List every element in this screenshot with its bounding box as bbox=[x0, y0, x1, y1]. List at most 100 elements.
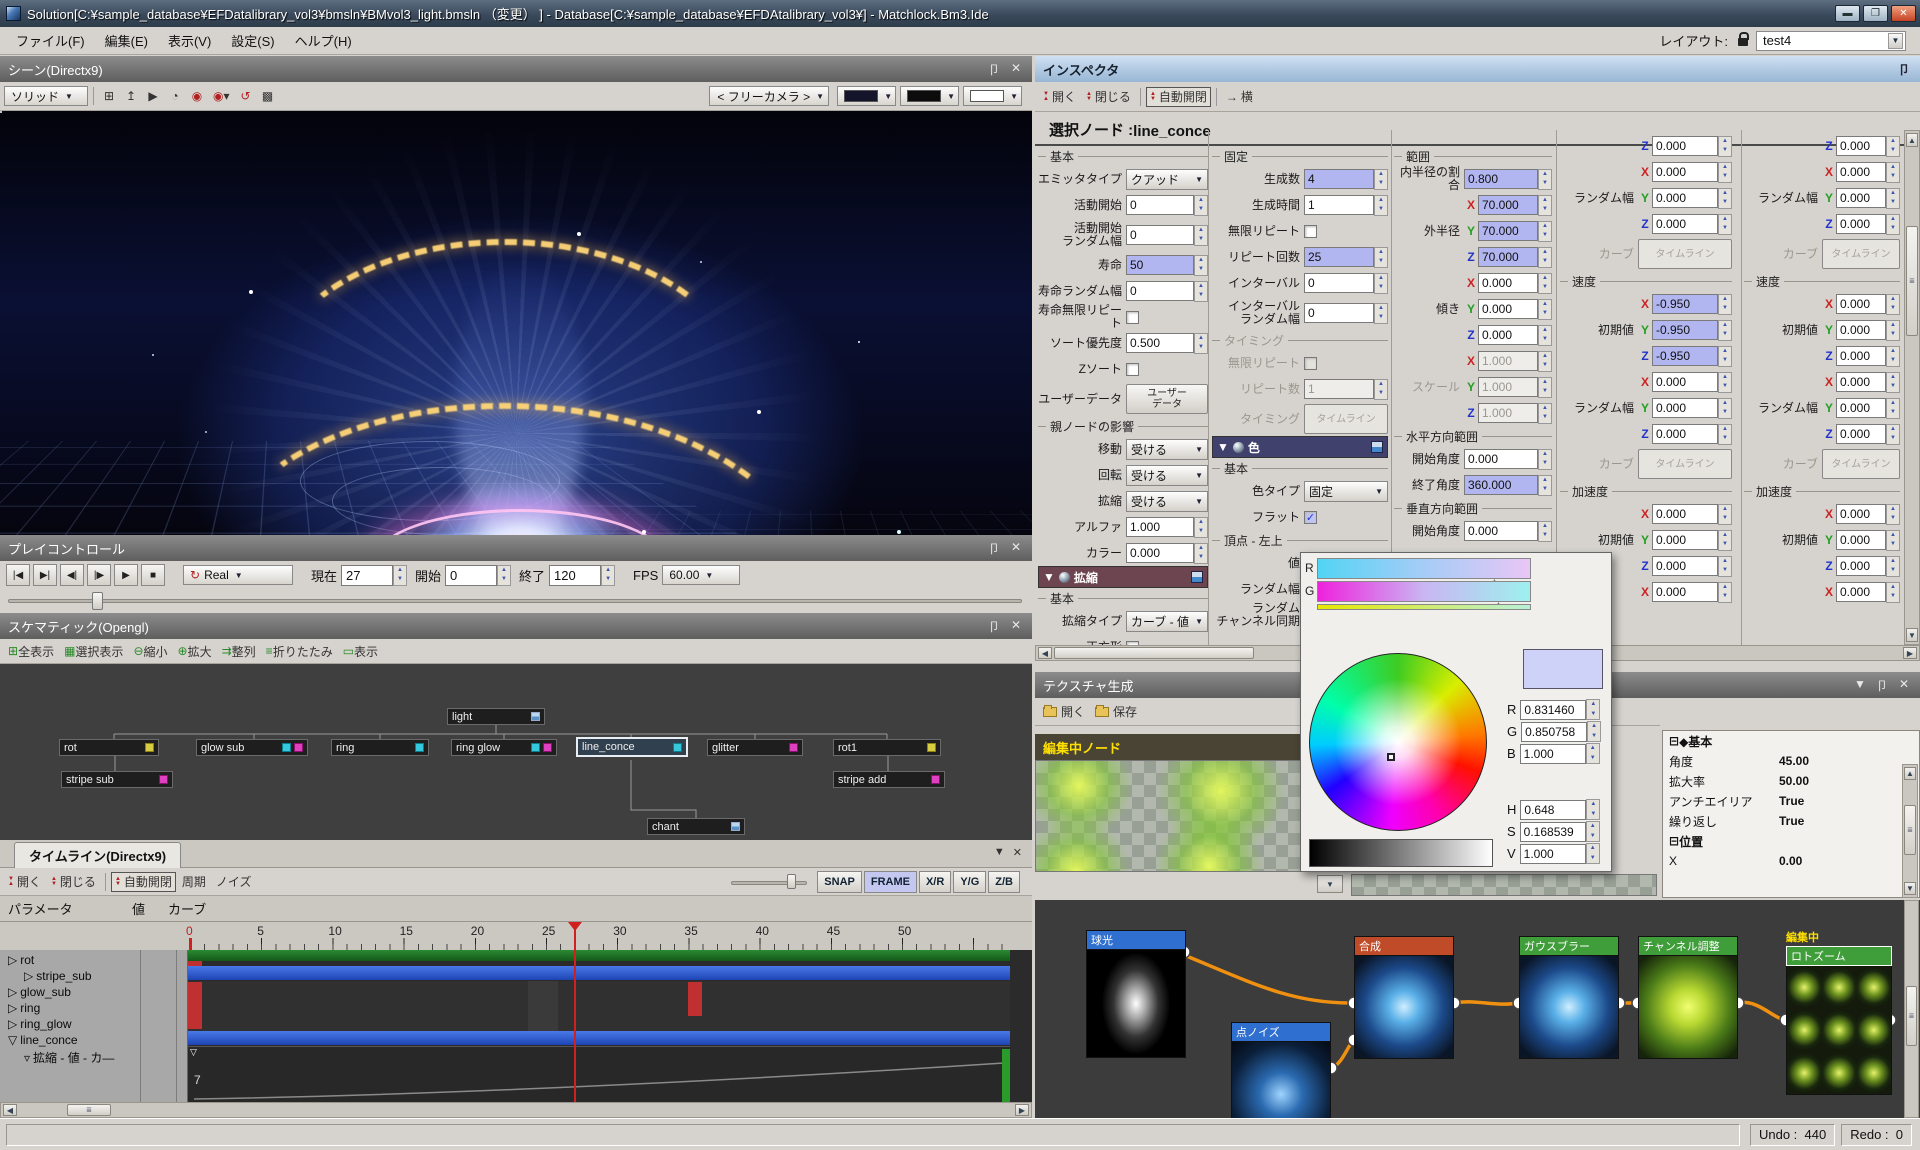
spin-up[interactable]: ▲ bbox=[1195, 256, 1207, 266]
param-input[interactable]: 0.000 bbox=[1652, 214, 1718, 234]
param-input[interactable]: 0 bbox=[1126, 195, 1194, 215]
param-input[interactable]: 0 bbox=[1304, 273, 1374, 293]
playhead[interactable] bbox=[574, 924, 576, 1102]
param-input[interactable]: 25 bbox=[1304, 247, 1374, 267]
param-select[interactable]: クアッド▼ bbox=[1126, 169, 1208, 190]
spinner[interactable]: ▲▼ bbox=[601, 565, 615, 586]
pin-icon[interactable]: 卩 bbox=[986, 618, 1002, 635]
spinner[interactable]: ▲▼ bbox=[1538, 449, 1552, 470]
spinner[interactable]: ▲▼ bbox=[1538, 221, 1552, 242]
spin-up[interactable]: ▲ bbox=[1539, 170, 1551, 180]
param-input[interactable]: 1.000 bbox=[1478, 377, 1538, 397]
graph-node-ガウスブラー[interactable]: ガウスブラー bbox=[1519, 936, 1619, 1059]
spin-up[interactable]: ▲ bbox=[1375, 304, 1387, 314]
param-input[interactable]: 0.000 bbox=[1836, 556, 1886, 576]
keyframe-block[interactable] bbox=[688, 982, 702, 1016]
chevron-down-icon[interactable]: ▼ bbox=[1195, 445, 1203, 454]
spinner[interactable]: ▲▼ bbox=[1538, 273, 1552, 294]
spinner[interactable]: ▲▼ bbox=[1718, 346, 1732, 367]
spin-up[interactable]: ▲ bbox=[1539, 450, 1551, 460]
spin-down[interactable]: ▼ bbox=[1539, 361, 1551, 371]
frame-field-input[interactable]: 27 bbox=[341, 565, 393, 586]
spin-up[interactable]: ▲ bbox=[1539, 522, 1551, 532]
spin-up[interactable]: ▲ bbox=[1195, 226, 1207, 236]
spin-up[interactable]: ▲ bbox=[394, 566, 406, 576]
param-checkbox[interactable] bbox=[1304, 225, 1317, 238]
spin-down[interactable]: ▼ bbox=[1539, 283, 1551, 293]
inspector-open-button[interactable]: ▼▲開く bbox=[1039, 87, 1080, 107]
scroll-up-icon[interactable]: ▲ bbox=[1904, 767, 1916, 780]
section-header-拡縮[interactable]: ▼拡縮 bbox=[1038, 566, 1208, 588]
ground-plane-icon[interactable]: ↥ bbox=[121, 86, 141, 106]
spin-down[interactable]: ▼ bbox=[1195, 553, 1207, 563]
param-input[interactable]: 70.000 bbox=[1478, 195, 1538, 215]
inspector-close-button[interactable]: ▲▼閉じる bbox=[1082, 87, 1135, 107]
tree-arrow-icon[interactable]: ▿ bbox=[24, 1051, 30, 1065]
param-input[interactable]: 70.000 bbox=[1478, 247, 1538, 267]
spin-up[interactable]: ▲ bbox=[1539, 326, 1551, 336]
spin-down[interactable]: ▼ bbox=[1887, 592, 1899, 602]
spin-down[interactable]: ▼ bbox=[1375, 389, 1387, 399]
scroll-thumb[interactable] bbox=[1054, 647, 1254, 659]
field-input[interactable]: 0.850758 bbox=[1521, 722, 1587, 742]
tree-item-stripe_sub[interactable]: ▷stripe_sub bbox=[24, 969, 92, 983]
step-first-button[interactable]: |◀ bbox=[6, 564, 30, 586]
chevron-down-icon[interactable]: ▼ bbox=[1888, 33, 1903, 49]
expand-down-icon[interactable]: ▼ bbox=[1317, 875, 1343, 893]
spin-down[interactable]: ▼ bbox=[1719, 356, 1731, 366]
spin-down[interactable]: ▼ bbox=[1887, 356, 1899, 366]
chevron-down-icon[interactable]: ▼ bbox=[1195, 471, 1203, 480]
spin-up[interactable]: ▲ bbox=[1887, 189, 1899, 199]
spin-up[interactable]: ▲ bbox=[1719, 399, 1731, 409]
param-input[interactable]: 0.000 bbox=[1652, 530, 1718, 550]
field-input[interactable]: 1.000 bbox=[1520, 844, 1586, 864]
timeline-hscrollbar[interactable]: ◀ ≣ ▶ bbox=[0, 1102, 1032, 1118]
timeline-noise-button[interactable]: ノイズ bbox=[212, 872, 256, 892]
param-select[interactable]: 受ける▼ bbox=[1126, 439, 1208, 460]
param-input[interactable]: 1.000 bbox=[1126, 517, 1194, 537]
shading-mode-select[interactable]: ソリッド▼ bbox=[4, 86, 88, 106]
spinner[interactable]: ▲▼ bbox=[1374, 303, 1388, 324]
spin-up[interactable]: ▲ bbox=[1887, 321, 1899, 331]
param-input[interactable]: 0.000 bbox=[1652, 136, 1718, 156]
chevron-down-icon[interactable]: ▼ bbox=[884, 92, 892, 101]
menu-item[interactable]: 表示(V) bbox=[158, 27, 221, 54]
param-input[interactable]: -0.950 bbox=[1652, 294, 1718, 314]
column-curve[interactable]: カーブ bbox=[168, 899, 206, 918]
spinner[interactable]: ▲▼ bbox=[1586, 843, 1600, 864]
spin-up[interactable]: ▲ bbox=[498, 566, 510, 576]
tree-arrow-icon[interactable]: ▷ bbox=[8, 985, 17, 999]
collapse-icon[interactable]: ▼ bbox=[1043, 570, 1055, 584]
frame-field-input[interactable]: 120 bbox=[549, 565, 601, 586]
spin-down[interactable]: ▼ bbox=[1887, 330, 1899, 340]
timeline-button-X-R[interactable]: X/R bbox=[919, 871, 951, 893]
inspector-horizontal-button[interactable]: →横 bbox=[1222, 87, 1257, 107]
chevron-down-icon[interactable]: ▼ bbox=[1195, 497, 1203, 506]
spinner[interactable]: ▲▼ bbox=[1886, 162, 1900, 183]
spin-down[interactable]: ▼ bbox=[1539, 387, 1551, 397]
schematic-tool-折りたたみ[interactable]: ≡ 折りたたみ bbox=[262, 641, 337, 661]
spinner[interactable]: ▲▼ bbox=[1538, 195, 1552, 216]
close-icon[interactable]: ✕ bbox=[1008, 618, 1024, 635]
spin-down[interactable]: ▼ bbox=[1375, 205, 1387, 215]
color-swatch-select[interactable]: ▼ bbox=[963, 86, 1022, 106]
spinner[interactable]: ▲▼ bbox=[1886, 136, 1900, 157]
spin-up[interactable]: ▲ bbox=[1887, 425, 1899, 435]
spin-up[interactable]: ▲ bbox=[1719, 531, 1731, 541]
spin-down[interactable]: ▼ bbox=[1719, 566, 1731, 576]
spin-up[interactable]: ▲ bbox=[1887, 557, 1899, 567]
spin-up[interactable]: ▲ bbox=[1887, 137, 1899, 147]
spin-up[interactable]: ▲ bbox=[1375, 274, 1387, 284]
chevron-down-icon[interactable]: ▼ bbox=[1010, 92, 1018, 101]
tree-arrow-icon[interactable]: ▷ bbox=[24, 969, 33, 983]
param-checkbox[interactable]: ✓ bbox=[1304, 511, 1317, 524]
spin-down[interactable]: ▼ bbox=[1375, 257, 1387, 267]
spinner[interactable]: ▲▼ bbox=[1586, 799, 1600, 820]
spinner[interactable]: ▲▼ bbox=[1538, 403, 1552, 424]
graph-node-点ノイズ[interactable]: 点ノイズ bbox=[1231, 1022, 1331, 1118]
spin-up[interactable]: ▲ bbox=[1719, 295, 1731, 305]
spinner[interactable]: ▲▼ bbox=[1586, 699, 1600, 720]
menu-item[interactable]: ヘルプ(H) bbox=[285, 27, 362, 54]
spin-down[interactable]: ▼ bbox=[1719, 330, 1731, 340]
spin-up[interactable]: ▲ bbox=[1375, 248, 1387, 258]
